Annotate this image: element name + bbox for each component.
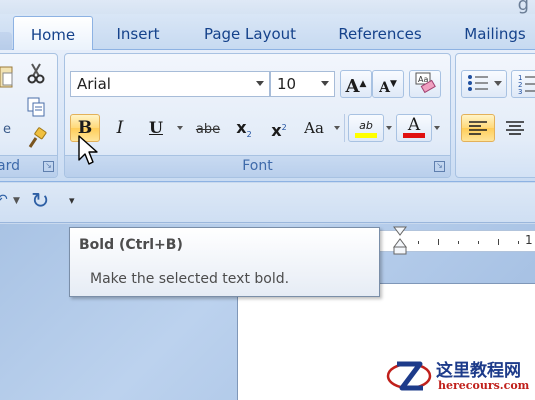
ruler-tick xyxy=(498,239,499,245)
site-watermark: 这里教程网 herecours.com xyxy=(386,352,535,400)
font-name-value: Arial xyxy=(77,75,111,93)
quick-access-toolbar: ↶ ▼ ↻ ▾ xyxy=(0,183,535,223)
underline-icon: U xyxy=(149,118,163,137)
svg-text:3: 3 xyxy=(518,88,522,95)
tooltip-description: Make the selected text bold. xyxy=(90,271,290,287)
chevron-down-icon[interactable] xyxy=(256,81,264,86)
font-color-button[interactable]: A xyxy=(396,114,432,142)
align-center-icon xyxy=(506,121,524,135)
font-group-label: Font xyxy=(242,158,273,174)
highlight-color-swatch xyxy=(355,133,377,138)
font-size-value: 10 xyxy=(277,75,297,93)
undo-dropdown-icon[interactable]: ▼ xyxy=(13,196,20,206)
align-left-button[interactable] xyxy=(461,114,495,142)
numbering-icon: 123 xyxy=(518,74,535,96)
customize-toolbar-icon[interactable]: ▾ xyxy=(69,194,75,207)
strikethrough-icon: abe xyxy=(195,122,221,137)
superscript-button[interactable]: x2 xyxy=(264,114,294,142)
chevron-down-icon[interactable] xyxy=(321,81,329,86)
cut-icon[interactable] xyxy=(23,60,49,84)
redo-icon[interactable]: ↻ xyxy=(31,189,49,214)
clipboard-dialog-launcher-icon[interactable]: ↘ xyxy=(43,161,54,172)
subscript-mark: 2 xyxy=(246,130,252,139)
numbering-button[interactable]: 123 xyxy=(511,70,535,98)
clipboard-group: e ard ↘ xyxy=(0,53,58,178)
watermark-title: 这里教程网 xyxy=(436,361,521,381)
font-color-icon: A xyxy=(407,115,421,135)
change-case-button[interactable]: Aa xyxy=(297,114,331,142)
font-dialog-launcher-icon[interactable]: ↘ xyxy=(434,161,445,172)
tab-page-layout[interactable]: Page Layout xyxy=(192,22,308,50)
shrink-font-icon: A xyxy=(379,80,390,96)
separator xyxy=(344,114,345,142)
change-case-dropdown-icon[interactable] xyxy=(334,126,340,130)
font-group: Arial 10 A▲ A▼ Aa B I U abe x2 x2 Aa ab … xyxy=(64,53,451,178)
format-painter-icon[interactable] xyxy=(23,126,49,150)
underline-dropdown-icon[interactable] xyxy=(177,126,183,130)
font-size-combo[interactable]: 10 xyxy=(270,71,335,97)
italic-icon: I xyxy=(116,118,124,138)
ruler-tick xyxy=(418,241,419,244)
superscript-icon: x xyxy=(271,121,282,140)
ribbon-tab-row: Home Insert Page Layout References Maili… xyxy=(0,14,535,64)
copy-icon[interactable] xyxy=(23,94,49,118)
clear-formatting-icon: Aa xyxy=(415,72,436,94)
highlighter-icon: ab xyxy=(359,119,373,132)
bold-tooltip: Bold (Ctrl+B) Make the selected text bol… xyxy=(69,227,380,297)
paragraph-group: 123 xyxy=(455,53,535,178)
watermark-logo-icon xyxy=(386,361,432,391)
change-case-icon: Aa xyxy=(304,119,324,137)
title-text-fragment: g xyxy=(517,0,529,15)
paste-icon[interactable] xyxy=(0,62,13,90)
tab-mailings[interactable]: Mailings xyxy=(455,22,535,50)
font-color-swatch xyxy=(403,133,425,138)
subscript-button[interactable]: x2 xyxy=(229,114,259,142)
tab-references[interactable]: References xyxy=(328,22,432,50)
ruler-tick xyxy=(478,241,479,244)
italic-button[interactable]: I xyxy=(105,114,135,142)
ruler-number: 1 xyxy=(525,233,533,247)
tab-home[interactable]: Home xyxy=(13,16,93,51)
ruler-tick xyxy=(438,239,439,245)
grow-font-icon: A xyxy=(345,76,360,97)
highlight-dropdown-icon[interactable] xyxy=(386,126,392,130)
superscript-mark: 2 xyxy=(281,123,287,132)
font-group-footer: Font ↘ xyxy=(65,155,450,177)
indent-marker-icon[interactable] xyxy=(393,226,407,256)
align-left-icon xyxy=(469,121,487,135)
align-center-button[interactable] xyxy=(498,114,532,142)
tab-insert[interactable]: Insert xyxy=(105,22,171,50)
ruler-tick xyxy=(458,241,459,244)
mouse-cursor-icon xyxy=(78,135,98,165)
bullets-button[interactable] xyxy=(461,70,507,98)
bullets-icon xyxy=(468,75,502,91)
shrink-font-button[interactable]: A▼ xyxy=(372,70,404,98)
ruler-tick xyxy=(518,241,519,244)
font-color-dropdown-icon[interactable] xyxy=(434,126,440,130)
clear-formatting-button[interactable]: Aa xyxy=(409,70,441,98)
font-name-combo[interactable]: Arial xyxy=(70,71,270,97)
grow-font-button[interactable]: A▲ xyxy=(340,70,372,98)
paste-label-fragment: e xyxy=(3,122,11,137)
strikethrough-button[interactable]: abe xyxy=(190,114,226,142)
tooltip-title: Bold (Ctrl+B) xyxy=(79,237,183,253)
highlight-button[interactable]: ab xyxy=(348,114,384,142)
subscript-icon: x xyxy=(236,118,247,137)
underline-button[interactable]: U xyxy=(141,114,171,142)
undo-icon[interactable]: ↶ xyxy=(0,192,8,208)
clipboard-group-footer: ard ↘ xyxy=(0,155,57,177)
watermark-url: herecours.com xyxy=(438,379,530,392)
